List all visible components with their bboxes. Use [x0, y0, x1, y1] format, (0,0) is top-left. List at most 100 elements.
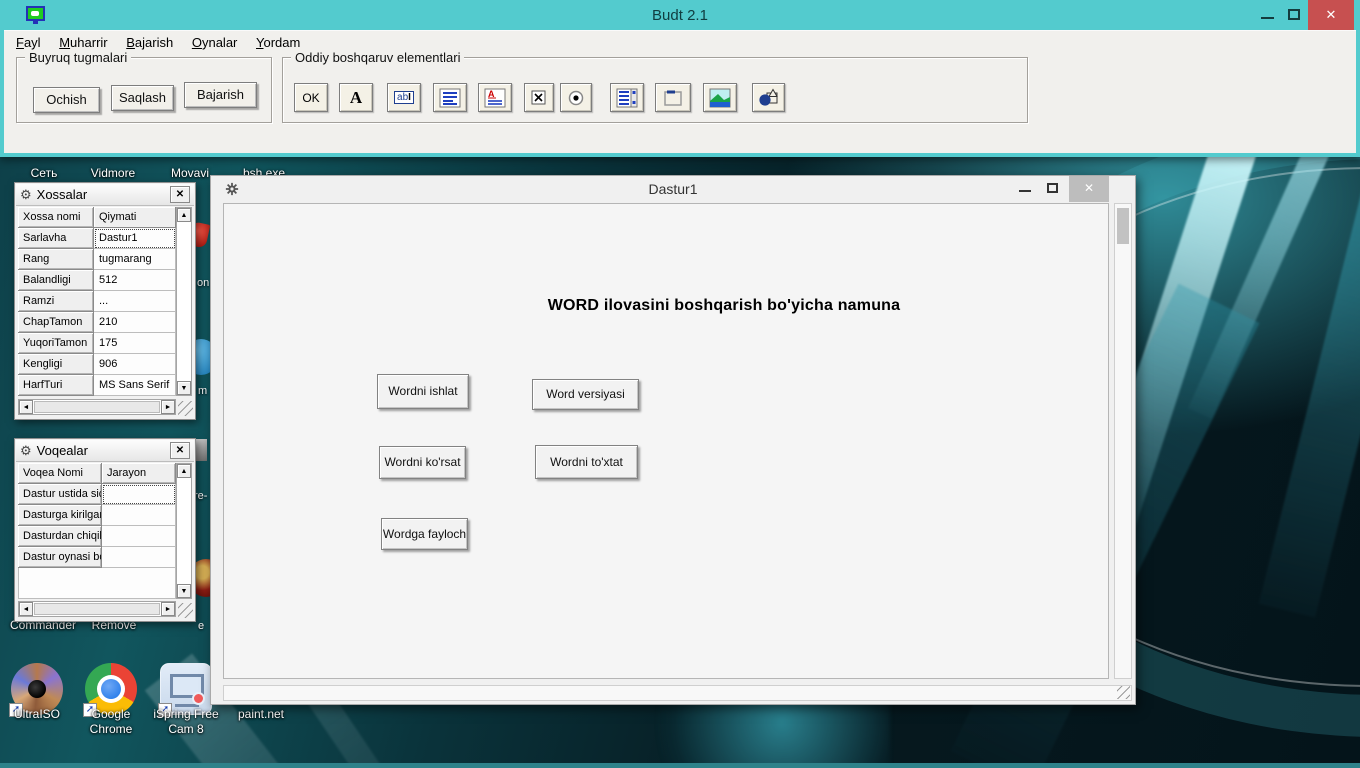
scrollbar-track[interactable] — [34, 401, 160, 413]
property-name[interactable]: YuqoriTamon — [18, 333, 94, 354]
property-name[interactable]: Sarlavha — [18, 228, 94, 249]
column-header[interactable]: Xossa nomi — [18, 207, 94, 228]
property-value[interactable]: 175 — [94, 333, 176, 354]
ochish-button[interactable]: Ochish — [33, 87, 100, 113]
word-versiyasi-button[interactable]: Word versiyasi — [532, 379, 639, 410]
desktop-icon-label-paintnet[interactable]: paint.net — [226, 707, 296, 722]
maximize-icon[interactable] — [1047, 183, 1058, 193]
groupbox-controls-label: Oddiy boshqaruv elementlari — [291, 50, 464, 65]
toolbox-richtextbox[interactable]: A — [478, 83, 512, 112]
saqlash-button[interactable]: Saqlash — [111, 85, 174, 111]
voqealar-titlebar: ⚙ Voqealar ✕ — [16, 440, 194, 462]
menu-yordam[interactable]: Yordam — [256, 35, 300, 50]
menu-bajarish[interactable]: Bajarish — [126, 35, 173, 50]
xossalar-window: ⚙ Xossalar ✕ Xossa nomi Qiymati Sarlavha… — [14, 182, 196, 420]
close-icon[interactable]: ✕ — [1069, 176, 1109, 202]
event-name[interactable]: Dasturdan chiqil — [18, 526, 102, 547]
scroll-left-icon[interactable]: ◄ — [19, 400, 33, 414]
horizontal-scrollbar[interactable]: ◄ ► — [18, 601, 176, 617]
property-name[interactable]: HarfTuri — [18, 375, 94, 396]
picturebox-icon — [709, 88, 731, 108]
property-name[interactable]: Kengligi — [18, 354, 94, 375]
toolbox-listbox[interactable] — [433, 83, 467, 112]
wordga-fayloch-button[interactable]: Wordga fayloch — [381, 518, 468, 550]
property-name[interactable]: Ramzi — [18, 291, 94, 312]
groupbox-commands: Buyruq tugmalari Ochish Saqlash Bajarish — [16, 57, 272, 123]
toolbox-checkbox[interactable] — [524, 83, 554, 112]
scroll-left-icon[interactable]: ◄ — [19, 602, 33, 616]
groupbox-controls: Oddiy boshqaruv elementlari OK A abI A — [282, 57, 1028, 123]
groupbox-commands-label: Buyruq tugmalari — [25, 50, 131, 65]
ok-label: OK — [302, 91, 319, 105]
scrollbar-thumb[interactable] — [1117, 208, 1129, 244]
close-icon[interactable]: ✕ — [1308, 0, 1354, 30]
scroll-up-icon[interactable]: ▲ — [177, 464, 191, 478]
wordni-korsat-button[interactable]: Wordni ko'rsat — [379, 446, 466, 479]
horizontal-scrollbar[interactable] — [223, 685, 1132, 701]
property-value[interactable]: tugmarang — [94, 249, 176, 270]
event-name[interactable]: Dastur oynasi bo — [18, 547, 102, 568]
event-handler[interactable] — [102, 526, 176, 547]
shape-icon — [758, 88, 780, 108]
event-handler[interactable] — [102, 484, 176, 505]
property-value[interactable]: MS Sans Serif — [94, 375, 176, 396]
resize-grip[interactable] — [178, 603, 193, 618]
toolbox-label[interactable]: A — [339, 83, 373, 112]
event-handler[interactable] — [102, 547, 176, 568]
bajarish-button[interactable]: Bajarish — [184, 82, 257, 108]
property-value[interactable]: 512 — [94, 270, 176, 291]
menu-oynalar[interactable]: Oynalar — [192, 35, 238, 50]
property-value[interactable]: Dastur1 — [94, 228, 176, 249]
desktop-label-set[interactable]: Сеть — [14, 166, 74, 181]
toolbox-textbox[interactable]: abI — [387, 83, 421, 112]
minimize-icon[interactable] — [1261, 17, 1274, 19]
column-header[interactable]: Voqea Nomi — [18, 463, 102, 484]
radiobutton-icon — [566, 88, 586, 108]
vertical-scrollbar[interactable]: ▲ ▼ — [176, 463, 192, 599]
maximize-icon[interactable] — [1288, 9, 1300, 20]
xossalar-titlebar: ⚙ Xossalar ✕ — [16, 184, 194, 206]
letter-a-icon: A — [350, 88, 362, 108]
horizontal-scrollbar[interactable]: ◄ ► — [18, 399, 176, 415]
scroll-down-icon[interactable]: ▼ — [177, 584, 191, 598]
xossalar-title: Xossalar — [37, 187, 170, 202]
desktop-icon-label[interactable]: Google Chrome — [76, 707, 146, 737]
event-name[interactable]: Dasturga kirilgan — [18, 505, 102, 526]
column-header[interactable]: Qiymati — [94, 207, 176, 228]
menu-fayl[interactable]: Fayl — [16, 35, 41, 50]
wordni-ishlat-button[interactable]: Wordni ishlat — [377, 374, 469, 409]
toolbox-shape[interactable] — [752, 83, 785, 112]
wordni-toxtat-button[interactable]: Wordni to'xtat — [535, 445, 638, 479]
resize-grip[interactable] — [178, 401, 193, 416]
resize-grip[interactable] — [1117, 686, 1130, 699]
scrollbar-track[interactable] — [34, 603, 160, 615]
event-handler[interactable] — [102, 505, 176, 526]
scroll-right-icon[interactable]: ► — [161, 400, 175, 414]
vertical-scrollbar[interactable]: ▲ ▼ — [176, 207, 192, 396]
property-name[interactable]: Balandligi — [18, 270, 94, 291]
minimize-icon[interactable] — [1019, 190, 1031, 192]
column-header[interactable]: Jarayon — [102, 463, 176, 484]
scroll-right-icon[interactable]: ► — [161, 602, 175, 616]
toolbox-ok-button[interactable]: OK — [294, 83, 328, 112]
desktop-icon-label[interactable]: iSpring Free Cam 8 — [146, 707, 226, 737]
property-value[interactable]: 906 — [94, 354, 176, 375]
scroll-up-icon[interactable]: ▲ — [177, 208, 191, 222]
vertical-scrollbar[interactable] — [1114, 203, 1132, 679]
scroll-down-icon[interactable]: ▼ — [177, 381, 191, 395]
toolbox-scroll-listbox[interactable] — [610, 83, 644, 112]
close-icon[interactable]: ✕ — [170, 186, 190, 203]
toolbox-frame[interactable] — [655, 83, 691, 112]
property-value[interactable]: ... — [94, 291, 176, 312]
form-heading: WORD ilovasini boshqarish bo'yicha namun… — [324, 297, 1124, 315]
desktop-label-vidmore[interactable]: Vidmore — [78, 166, 148, 181]
menu-muharrir[interactable]: Muharrir — [59, 35, 107, 50]
event-name[interactable]: Dastur ustida sic — [18, 484, 102, 505]
property-value[interactable]: 210 — [94, 312, 176, 333]
close-icon[interactable]: ✕ — [170, 442, 190, 459]
toolbox-radiobutton[interactable] — [560, 83, 592, 112]
toolbox-picturebox[interactable] — [703, 83, 737, 112]
desktop-icon-label[interactable]: UltraISO — [2, 707, 72, 722]
property-name[interactable]: Rang — [18, 249, 94, 270]
property-name[interactable]: ChapTamon — [18, 312, 94, 333]
